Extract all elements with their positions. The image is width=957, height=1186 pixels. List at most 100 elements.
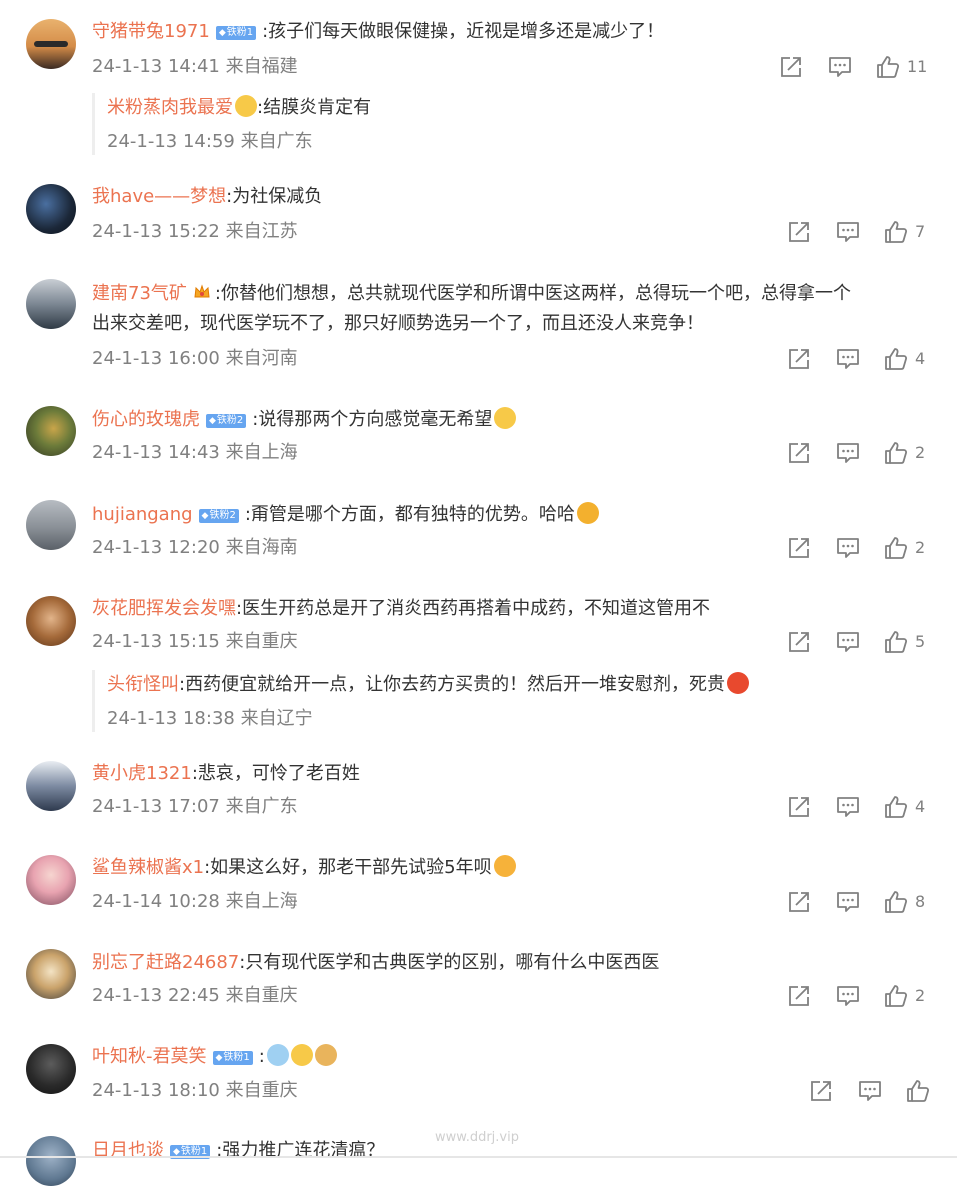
comment-icon[interactable] xyxy=(827,54,853,80)
username[interactable]: 我have——梦想 xyxy=(92,186,226,207)
crown-icon xyxy=(194,284,210,298)
username[interactable]: 守猪带兔1971 xyxy=(92,21,210,42)
avatar[interactable] xyxy=(26,949,76,999)
badge-label: 铁粉2 xyxy=(209,510,236,521)
like-icon[interactable] xyxy=(883,794,909,820)
comment-text: :你替他们想想，总共就现代医学和所谓中医这两样，总得玩一个吧，总得拿一个 xyxy=(214,283,851,304)
like-count: 8 xyxy=(915,892,926,911)
like-count: 7 xyxy=(915,222,926,241)
like-icon[interactable] xyxy=(883,219,909,245)
comment-icon[interactable] xyxy=(835,794,861,820)
username[interactable]: 叶知秋-君莫笑 xyxy=(92,1046,207,1067)
comment-icon[interactable] xyxy=(835,440,861,466)
comment-actions: 11 xyxy=(778,54,948,80)
reply-text: :结膜炎肯定有 xyxy=(257,97,372,118)
share-icon[interactable] xyxy=(786,794,812,820)
comment-icon[interactable] xyxy=(835,629,861,655)
reply-time: 24-1-13 14:59 xyxy=(107,131,235,152)
comment-text: :甭管是哪个方面，都有独特的优势。哈哈 xyxy=(244,504,575,525)
like-icon[interactable] xyxy=(883,440,909,466)
comment-text: : xyxy=(258,1046,265,1067)
comment-time: 24-1-13 16:00 xyxy=(92,348,220,369)
comment-icon[interactable] xyxy=(835,535,861,561)
avatar[interactable] xyxy=(26,1136,76,1186)
comment-time: 24-1-13 18:10 xyxy=(92,1080,220,1101)
like-count: 2 xyxy=(915,443,926,462)
comment-text: :医生开药总是开了消炎西药再搭着中成药，不知道这管用不 xyxy=(236,598,711,619)
reply-username[interactable]: 米粉蒸肉我最爱 xyxy=(107,97,233,118)
share-icon[interactable] xyxy=(808,1078,834,1104)
comment-text: :如果这么好，那老干部先试验5年呗 xyxy=(204,857,492,878)
comment-icon[interactable] xyxy=(835,983,861,1009)
like-icon[interactable] xyxy=(875,54,901,80)
comment-text: :悲哀，可怜了老百姓 xyxy=(191,763,360,784)
comment-location: 来自重庆 xyxy=(225,631,298,652)
avatar[interactable] xyxy=(26,1044,76,1094)
comment-icon[interactable] xyxy=(835,219,861,245)
like-icon[interactable] xyxy=(883,629,909,655)
avatar[interactable] xyxy=(26,406,76,456)
avatar[interactable] xyxy=(26,19,76,69)
like-count: 4 xyxy=(915,797,926,816)
comment-text: :孩子们每天做眼保健操，近视是增多还是减少了！ xyxy=(262,21,665,42)
fan-badge[interactable]: ◆铁粉2 xyxy=(198,509,239,523)
username[interactable]: hujiangang xyxy=(92,504,193,525)
comment-time: 24-1-13 17:07 xyxy=(92,796,220,817)
share-icon[interactable] xyxy=(786,983,812,1009)
comment-location: 来自广东 xyxy=(225,796,298,817)
username[interactable]: 鲨鱼辣椒酱x1 xyxy=(92,857,204,878)
fan-badge[interactable]: ◆铁粉1 xyxy=(212,1051,253,1065)
share-icon[interactable] xyxy=(786,889,812,915)
reply-item: 米粉蒸肉我最爱:结膜炎肯定有 24-1-13 14:59 来自广东 xyxy=(92,93,927,155)
comment-icon[interactable] xyxy=(835,889,861,915)
username[interactable]: 黄小虎1321 xyxy=(92,763,192,784)
emoji-icon xyxy=(290,1044,313,1066)
avatar[interactable] xyxy=(26,761,76,811)
diamond-icon: ◆ xyxy=(218,28,226,38)
avatar[interactable] xyxy=(26,855,76,905)
share-icon[interactable] xyxy=(786,535,812,561)
like-icon[interactable] xyxy=(883,535,909,561)
comment-time: 24-1-14 10:28 xyxy=(92,891,220,912)
comment-icon[interactable] xyxy=(835,346,861,372)
comment-text: :为社保减负 xyxy=(226,186,323,207)
reply-username[interactable]: 头衔怪叫 xyxy=(107,674,179,695)
avatar[interactable] xyxy=(26,184,76,234)
divider xyxy=(0,1156,957,1158)
comment-icon[interactable] xyxy=(857,1078,883,1104)
share-icon[interactable] xyxy=(778,54,804,80)
comment-meta: 24-1-13 14:41 来自福建 xyxy=(92,54,298,80)
username[interactable]: 建南73气矿 xyxy=(92,283,187,304)
like-icon[interactable] xyxy=(905,1078,931,1104)
share-icon[interactable] xyxy=(786,346,812,372)
like-count: 5 xyxy=(915,632,926,651)
badge-label: 铁粉1 xyxy=(226,27,254,38)
comment-location: 来自上海 xyxy=(225,442,298,463)
comment-location: 来自上海 xyxy=(225,891,298,912)
diamond-icon: ◆ xyxy=(201,511,209,521)
avatar[interactable] xyxy=(26,279,76,329)
like-count: 4 xyxy=(915,349,926,368)
fan-badge[interactable]: ◆铁粉1 xyxy=(215,26,257,40)
watermark: www.ddrj.vip xyxy=(435,1130,519,1145)
share-icon[interactable] xyxy=(786,629,812,655)
like-icon[interactable] xyxy=(883,889,909,915)
username[interactable]: 别忘了赶路24687 xyxy=(92,952,239,973)
emoji-icon xyxy=(235,95,257,117)
username[interactable]: 伤心的玫瑰虎 xyxy=(92,409,200,430)
like-icon[interactable] xyxy=(883,346,909,372)
fan-badge[interactable]: ◆铁粉2 xyxy=(206,414,247,428)
comment-location: 来自重庆 xyxy=(225,985,298,1006)
avatar[interactable] xyxy=(26,500,76,550)
comment-time: 24-1-13 14:43 xyxy=(92,442,220,463)
username[interactable]: 灰花肥挥发会发嘿 xyxy=(92,598,236,619)
emoji-icon xyxy=(727,672,750,694)
like-icon[interactable] xyxy=(883,983,909,1009)
avatar[interactable] xyxy=(26,596,76,646)
reply-item: 头衔怪叫:西药便宜就给开一点，让你去药方买贵的！然后开一堆安慰剂，死贵 24-1… xyxy=(92,670,927,732)
comment-text: :说得那两个方向感觉毫无希望 xyxy=(252,409,493,430)
share-icon[interactable] xyxy=(786,440,812,466)
share-icon[interactable] xyxy=(786,219,812,245)
comment-time: 24-1-13 15:15 xyxy=(92,631,220,652)
diamond-icon: ◆ xyxy=(209,416,216,426)
